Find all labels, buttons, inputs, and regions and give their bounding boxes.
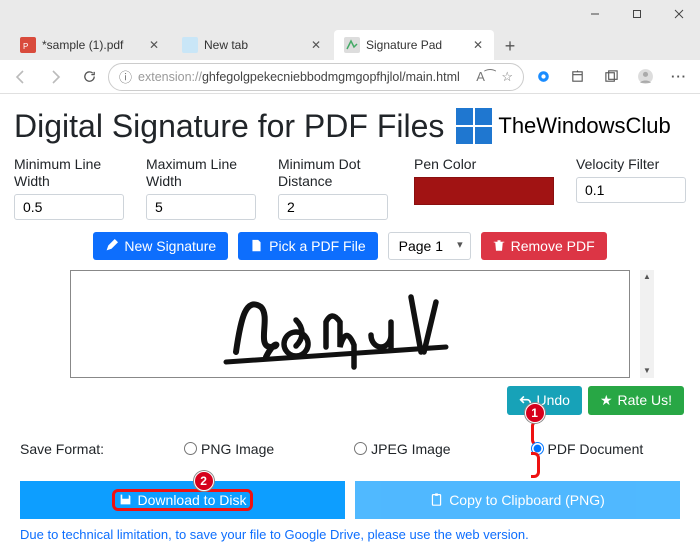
rate-button[interactable]: ★ Rate Us!: [588, 386, 684, 415]
window-close-button[interactable]: [658, 0, 700, 28]
close-icon[interactable]: ✕: [470, 37, 486, 53]
back-button[interactable]: [6, 62, 36, 92]
window-maximize-button[interactable]: [616, 0, 658, 28]
svg-text:P: P: [23, 42, 28, 51]
page-content: Digital Signature for PDF Files TheWindo…: [0, 94, 700, 542]
signature-canvas[interactable]: [70, 270, 630, 378]
signature-drawing: [221, 277, 481, 373]
profile-icon[interactable]: [630, 62, 660, 92]
velocity-filter-label: Velocity Filter: [576, 156, 686, 173]
page-title: Digital Signature for PDF Files: [14, 108, 444, 145]
min-dot-label: Minimum Dot Distance: [278, 156, 392, 190]
pen-color-swatch[interactable]: [414, 177, 554, 205]
brand-logo-icon: [454, 106, 494, 146]
page-select[interactable]: Page 1: [388, 232, 471, 260]
trash-icon: [493, 239, 505, 252]
save-icon: [119, 493, 132, 506]
site-info-icon[interactable]: ⓘ: [119, 67, 132, 86]
save-format-label: Save Format:: [20, 441, 104, 457]
format-png-radio[interactable]: PNG Image: [184, 441, 274, 457]
url-text: extension://ghfegolgpekecniebbodmgmgopfh…: [138, 70, 470, 84]
address-bar: ⓘ extension://ghfegolgpekecniebbodmgmgop…: [0, 60, 700, 94]
file-icon: [250, 239, 263, 252]
window-titlebar: [0, 0, 700, 28]
pick-pdf-button[interactable]: Pick a PDF File: [238, 232, 377, 260]
min-line-label: Minimum Line Width: [14, 156, 124, 190]
collections-icon[interactable]: [596, 62, 626, 92]
new-signature-button[interactable]: New Signature: [93, 232, 228, 260]
annotation-callout-1: 1: [525, 403, 545, 423]
tab-strip: P *sample (1).pdf ✕ New tab ✕ Signature …: [0, 28, 700, 60]
format-jpeg-radio[interactable]: JPEG Image: [354, 441, 450, 457]
shopping-icon[interactable]: [528, 62, 558, 92]
scroll-up-icon[interactable]: ▲: [640, 270, 654, 284]
close-icon[interactable]: ✕: [308, 37, 324, 53]
reload-button[interactable]: [74, 62, 104, 92]
download-button[interactable]: Download to Disk 2: [20, 481, 345, 519]
pdf-icon: P: [20, 37, 36, 53]
format-pdf-radio[interactable]: PDF Document: [531, 441, 644, 457]
brand: TheWindowsClub: [454, 106, 670, 146]
copy-clipboard-button[interactable]: Copy to Clipboard (PNG): [355, 481, 680, 519]
min-dot-input[interactable]: [278, 194, 388, 220]
remove-pdf-button[interactable]: Remove PDF: [481, 232, 607, 260]
menu-button[interactable]: ···: [664, 62, 694, 92]
tab-signature-pad[interactable]: Signature Pad ✕: [334, 30, 494, 60]
window-minimize-button[interactable]: [574, 0, 616, 28]
annotation-callout-2: 2: [194, 471, 214, 491]
star-icon: ★: [600, 392, 613, 409]
scroll-down-icon[interactable]: ▼: [640, 364, 654, 378]
tab-new[interactable]: New tab ✕: [172, 30, 332, 60]
newtab-icon: [182, 37, 198, 53]
favorites-icon[interactable]: [562, 62, 592, 92]
pen-color-label: Pen Color: [414, 156, 554, 173]
edit-icon: [105, 239, 118, 252]
bookmark-icon[interactable]: ☆: [501, 69, 513, 85]
extension-icon: [344, 37, 360, 53]
max-line-label: Maximum Line Width: [146, 156, 256, 190]
canvas-scrollbar[interactable]: ▲ ▼: [640, 270, 654, 378]
velocity-filter-input[interactable]: [576, 177, 686, 203]
tab-pdf-sample[interactable]: P *sample (1).pdf ✕: [10, 30, 170, 60]
close-icon[interactable]: ✕: [146, 37, 162, 53]
forward-button[interactable]: [40, 62, 70, 92]
clipboard-icon: [430, 493, 443, 506]
url-field[interactable]: ⓘ extension://ghfegolgpekecniebbodmgmgop…: [108, 63, 524, 91]
read-aloud-icon[interactable]: A⁀: [476, 69, 495, 85]
notice-text: Due to technical limitation, to save you…: [14, 519, 686, 542]
new-tab-button[interactable]: +: [496, 32, 524, 60]
min-line-input[interactable]: [14, 194, 124, 220]
max-line-input[interactable]: [146, 194, 256, 220]
